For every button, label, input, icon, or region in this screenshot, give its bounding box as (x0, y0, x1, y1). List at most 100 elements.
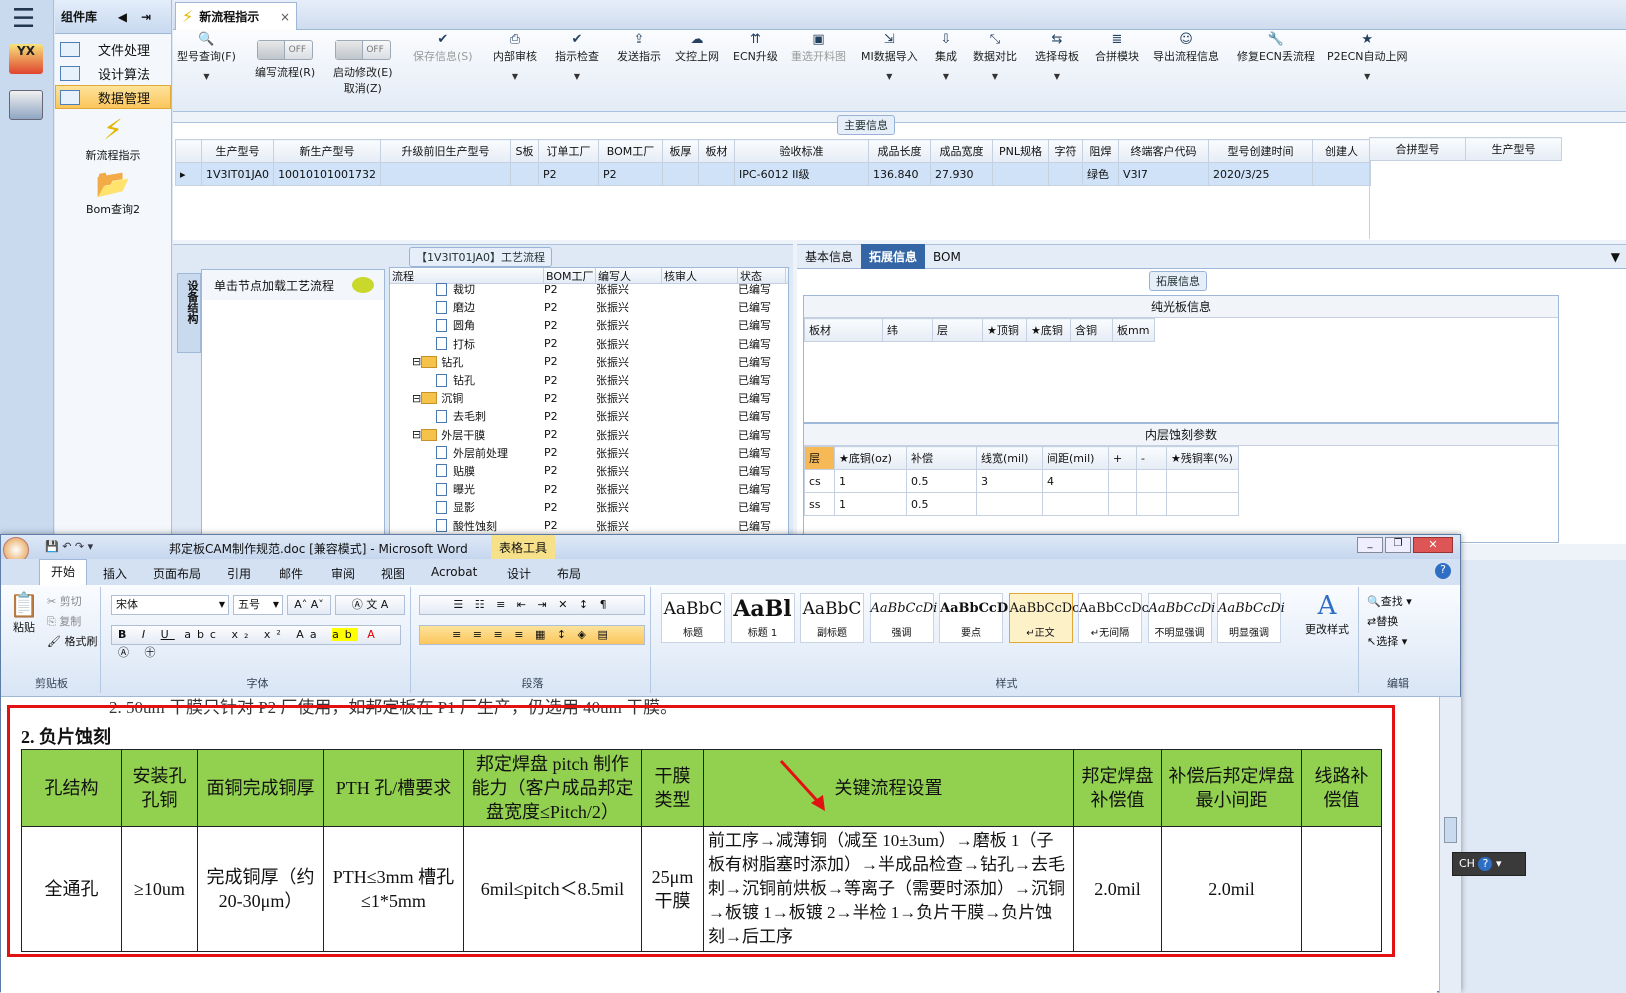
column-header[interactable]: 订单工厂 (538, 139, 600, 163)
document-body[interactable]: 2. 50um 干膜只针对 P2 厂使用，如邦定板在 P1 厂生产，仍选用 40… (1, 697, 1437, 993)
toolbar-check-button[interactable]: ✔ 保存信息(S) (413, 32, 473, 64)
new-process-tool[interactable]: ⚡ 新流程指示 (55, 113, 171, 163)
toggle-switch[interactable]: OFF (257, 40, 314, 60)
dropdown-arrow-icon[interactable]: ▼ (1327, 72, 1408, 81)
column-header[interactable]: - (1136, 446, 1167, 470)
ribbon-tab-acrobat[interactable]: Acrobat (431, 565, 477, 579)
ribbon-tab-home[interactable]: 开始 (39, 559, 87, 585)
column-header[interactable]: 生产型号 (200, 139, 275, 163)
alignment-buttons[interactable]: ≡ ≡ ≡ ≡ ▦ ↕ ◈ ▤ (419, 625, 645, 645)
style-option[interactable]: AaBbCcDi 明显强调 (1217, 593, 1285, 643)
help-icon[interactable]: ? (1435, 563, 1451, 579)
side-tab-equipment[interactable]: 设备结构 (177, 273, 201, 353)
find-button[interactable]: 🔍查找 ▾ (1367, 593, 1412, 609)
library-item-data[interactable]: 数据管理 (55, 85, 171, 109)
tree-row[interactable]: ⊟ 外层干膜 P2 张振兴 已编写 (390, 426, 788, 444)
column-header[interactable]: 型号创建时间 (1208, 139, 1314, 163)
toolbar-image-button[interactable]: ▣ 重选开料图 (791, 32, 846, 64)
quick-access-icons[interactable]: 💾 ↶ ↷ ▾ (45, 540, 93, 553)
bom-query-tool[interactable]: 📂 Bom查询2 (55, 167, 171, 217)
tree-row[interactable]: 曝光 P2 张振兴 已编写 (390, 480, 788, 498)
dropdown-arrow-icon[interactable]: ▼ (935, 72, 957, 81)
column-header[interactable]: PNL规格 (992, 139, 1050, 163)
column-header[interactable]: 创建人 (1312, 139, 1372, 163)
ribbon-tab-insert[interactable]: 插入 (103, 565, 127, 582)
table-row[interactable]: ▸ 1V3IT01JA0 10010101001732 P2 P2 IPC-6012 II… (175, 162, 1372, 186)
tree-row[interactable]: 打标 P2 张振兴 已编写 (390, 335, 788, 353)
table-row[interactable]: cs 1 0.5 3 4 (804, 469, 1239, 493)
column-header[interactable]: 纬 (882, 318, 933, 342)
change-styles-button[interactable]: A 更改样式 (1301, 591, 1353, 637)
toolbar-cloud-button[interactable]: ☁ 文控上网 (675, 32, 719, 64)
column-header[interactable]: ★底铜 (1026, 318, 1071, 342)
select-button[interactable]: ↖选择 ▾ (1367, 633, 1407, 649)
dropdown-arrow-icon[interactable]: ▼ (177, 72, 236, 81)
column-header[interactable]: ★顶铜 (982, 318, 1027, 342)
tree-row[interactable]: 裁切 P2 张振兴 已编写 (390, 280, 788, 298)
close-tab-icon[interactable]: × (280, 10, 290, 24)
font-name-select[interactable]: 宋体 ▼ (111, 595, 229, 615)
vertical-scrollbar[interactable] (1439, 697, 1461, 993)
font-tools-buttons[interactable]: Ⓐ 文 A (335, 595, 405, 615)
ribbon-tab-design[interactable]: 设计 (507, 565, 531, 582)
tree-row[interactable]: 钻孔 P2 张振兴 已编写 (390, 371, 788, 389)
toolbar-compare-button[interactable]: ⤡ 数据对比 ▼ (973, 32, 1017, 81)
dropdown-arrow-icon[interactable]: ▼ (1611, 250, 1620, 264)
column-header[interactable]: 验收标准 (734, 139, 870, 163)
tree-row[interactable]: ⊟ 钻孔 P2 张振兴 已编写 (390, 353, 788, 371)
pin-icon[interactable]: ⇥ (141, 10, 165, 24)
replace-button[interactable]: ⇄替换 (1367, 613, 1398, 629)
toolbar-search-button[interactable]: 🔍 型号查询(F) ▼ (177, 32, 236, 81)
dropdown-arrow-icon[interactable]: ▼ (493, 72, 537, 81)
tree-row[interactable]: ⊟ 沉铜 P2 张振兴 已编写 (390, 389, 788, 407)
dropdown-arrow-icon[interactable]: ▼ (973, 72, 1017, 81)
yx-app-icon[interactable]: YX (9, 44, 43, 74)
paste-button[interactable]: 📋 粘贴 (7, 591, 41, 635)
toolbar-print-button[interactable]: ⎙ 内部审核 ▼ (493, 32, 537, 81)
ribbon-tab-review[interactable]: 审阅 (331, 565, 355, 582)
tab-new-process[interactable]: ⚡ 新流程指示 × (175, 2, 297, 30)
close-window-icon[interactable]: ✕ (1413, 537, 1453, 553)
ribbon-tab-layout[interactable]: 页面布局 (153, 565, 201, 582)
toolbar-ecn-button[interactable]: ⇈ ECN升级 (733, 32, 778, 64)
style-option[interactable]: AaBl 标题 1 (730, 593, 795, 643)
hamburger-menu-icon[interactable]: ☰ (12, 6, 35, 32)
format-painter-button[interactable]: 🖌 格式刷 (47, 633, 97, 649)
tree-row[interactable]: 磨边 P2 张振兴 已编写 (390, 298, 788, 316)
font-format-buttons[interactable]: B I U abc x₂ x² Aa ab A Ⓐ ㊉ (111, 625, 401, 659)
column-header[interactable]: 线宽(mil) (976, 446, 1043, 470)
column-header[interactable]: S板 (510, 139, 540, 163)
collapse-left-icon[interactable]: ◀ (118, 10, 141, 24)
style-option[interactable]: AaBbC 标题 (661, 593, 725, 643)
column-header[interactable]: BOM工厂 (598, 139, 664, 163)
style-option[interactable]: AaBbC 副标题 (800, 593, 864, 643)
table-tools-tab[interactable]: 表格工具 (491, 535, 556, 559)
ribbon-tab-references[interactable]: 引用 (227, 565, 251, 582)
column-header[interactable]: 新生产型号 (273, 139, 382, 163)
library-item-file[interactable]: 文件处理 (55, 37, 171, 61)
column-header[interactable]: 成品长度 (868, 139, 932, 163)
toolbar-upload-button[interactable]: ⇪ 发送指示 (617, 32, 661, 64)
column-header[interactable]: 生产型号 (1465, 137, 1562, 161)
tree-row[interactable]: 显影 P2 张振兴 已编写 (390, 498, 788, 516)
grow-shrink-font-button[interactable]: A˄ A˅ (287, 595, 331, 615)
ribbon-tab-view[interactable]: 视图 (381, 565, 405, 582)
column-header[interactable]: 含铜 (1070, 318, 1113, 342)
column-header[interactable]: 板厚 (662, 139, 700, 163)
column-header[interactable]: 层 (804, 446, 835, 470)
calculator-icon[interactable] (9, 90, 43, 120)
font-size-select[interactable]: 五号 ▼ (233, 595, 283, 615)
scroll-thumb[interactable] (1444, 817, 1457, 843)
tree-row[interactable]: 去毛刺 P2 张振兴 已编写 (390, 407, 788, 425)
copy-button[interactable]: ⎘ 复制 (47, 613, 81, 629)
toolbar-wrench-button[interactable]: 🔧 修复ECN丢流程 (1237, 32, 1315, 64)
style-option[interactable]: AaBbCcD 要点 (939, 593, 1008, 643)
dropdown-arrow-icon[interactable]: ▼ (555, 72, 599, 81)
column-header[interactable]: 升级前旧生产型号 (380, 139, 512, 163)
toolbar-import-button[interactable]: ⇲ MI数据导入 ▼ (861, 32, 918, 81)
column-header[interactable]: 板mm (1112, 318, 1155, 342)
column-header[interactable]: 成品宽度 (930, 139, 994, 163)
column-header[interactable]: 终端客户代码 (1118, 139, 1210, 163)
toolbar-star-button[interactable]: ★ P2ECN自动上网 ▼ (1327, 32, 1408, 81)
detail-tab[interactable]: BOM (925, 246, 969, 268)
